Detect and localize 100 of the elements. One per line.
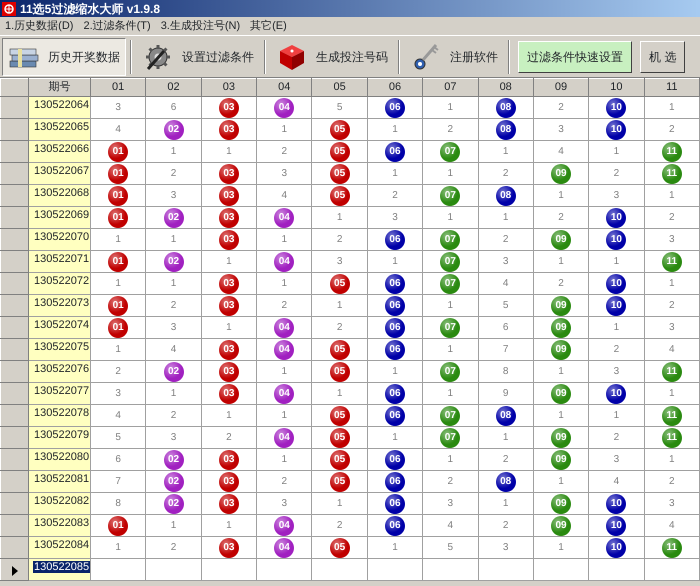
toolbar-button[interactable]: 机 选 bbox=[640, 40, 686, 72]
column-header[interactable]: 11 bbox=[644, 78, 700, 96]
period-number: 130522083 bbox=[33, 516, 90, 528]
miss-count: 1 bbox=[558, 542, 564, 552]
miss-count: 1 bbox=[336, 300, 342, 310]
miss-count: 1 bbox=[336, 388, 342, 398]
miss-count: 1 bbox=[448, 102, 454, 112]
miss-count: 1 bbox=[281, 410, 288, 420]
miss-count: 2 bbox=[170, 300, 176, 310]
miss-count: 1 bbox=[170, 146, 176, 156]
miss-count: 1 bbox=[281, 234, 288, 244]
number-ball: 11 bbox=[662, 142, 682, 162]
column-header[interactable]: 02 bbox=[146, 78, 202, 96]
number-ball: 03 bbox=[218, 164, 239, 184]
column-header[interactable]: 04 bbox=[256, 78, 312, 96]
miss-count: 1 bbox=[614, 146, 620, 156]
miss-count: 3 bbox=[170, 322, 176, 332]
number-ball: 05 bbox=[330, 472, 350, 492]
miss-count: 2 bbox=[170, 542, 176, 552]
menu-item[interactable]: 3.生成投注号(N) bbox=[156, 18, 246, 34]
period-number: 130522077 bbox=[33, 384, 90, 396]
number-ball: 05 bbox=[330, 428, 350, 448]
miss-count: 4 bbox=[669, 520, 675, 530]
miss-count: 1 bbox=[558, 256, 564, 266]
number-ball: 01 bbox=[108, 516, 128, 536]
number-ball: 03 bbox=[218, 538, 239, 558]
miss-count: 1 bbox=[226, 256, 232, 266]
miss-count: 1 bbox=[392, 124, 398, 134]
column-header[interactable]: 10 bbox=[588, 78, 644, 96]
number-ball: 10 bbox=[606, 494, 626, 514]
number-ball: 07 bbox=[440, 362, 460, 382]
period-number: 130522075 bbox=[33, 340, 90, 352]
miss-count: 1 bbox=[392, 432, 398, 442]
number-ball: 07 bbox=[440, 186, 460, 206]
miss-count: 3 bbox=[558, 124, 564, 134]
number-ball: 07 bbox=[440, 230, 460, 250]
menu-item[interactable]: 2.过滤条件(T) bbox=[78, 18, 156, 34]
number-ball: 09 bbox=[551, 340, 572, 360]
number-ball: 06 bbox=[384, 230, 405, 250]
miss-count: 5 bbox=[115, 432, 121, 442]
number-ball: 08 bbox=[496, 120, 516, 140]
number-ball: 07 bbox=[440, 274, 460, 294]
number-ball: 08 bbox=[496, 406, 516, 426]
column-header[interactable]: 09 bbox=[533, 78, 589, 96]
miss-count: 3 bbox=[115, 102, 121, 112]
miss-count: 1 bbox=[392, 168, 398, 178]
miss-count: 1 bbox=[336, 212, 342, 222]
row-selector[interactable] bbox=[0, 558, 28, 580]
miss-count: 2 bbox=[614, 432, 620, 442]
number-ball: 05 bbox=[330, 450, 350, 470]
miss-count: 1 bbox=[558, 190, 564, 200]
miss-count: 3 bbox=[614, 190, 620, 200]
miss-count: 1 bbox=[115, 542, 121, 552]
miss-count: 3 bbox=[392, 212, 398, 222]
menu-item[interactable]: 其它(E) bbox=[245, 18, 292, 34]
miss-count: 3 bbox=[170, 190, 176, 200]
miss-count: 2 bbox=[502, 168, 508, 178]
number-ball: 07 bbox=[440, 318, 460, 338]
column-header[interactable]: 期号 bbox=[28, 78, 90, 96]
miss-count: 1 bbox=[448, 388, 454, 398]
period-number: 130522067 bbox=[33, 164, 90, 176]
number-ball: 03 bbox=[218, 230, 239, 250]
miss-count: 1 bbox=[614, 256, 620, 266]
number-ball: 03 bbox=[218, 296, 239, 316]
column-header[interactable]: 08 bbox=[478, 78, 534, 96]
column-header[interactable]: 01 bbox=[90, 78, 146, 96]
miss-count: 4 bbox=[115, 410, 121, 420]
miss-count: 1 bbox=[170, 278, 176, 288]
toolbar-button[interactable]: 历史开奖数据 bbox=[2, 38, 126, 76]
miss-count: 1 bbox=[115, 234, 121, 244]
miss-count: 4 bbox=[448, 520, 454, 530]
number-ball: 10 bbox=[606, 98, 626, 118]
miss-count: 1 bbox=[170, 520, 176, 530]
miss-count: 2 bbox=[336, 234, 342, 244]
toolbar-button[interactable]: 过滤条件快速设置 bbox=[518, 40, 632, 72]
miss-count: 1 bbox=[170, 234, 176, 244]
number-ball: 10 bbox=[606, 538, 626, 558]
miss-count: 6 bbox=[502, 322, 508, 332]
toolbar-button[interactable]: 生成投注号码 bbox=[270, 38, 394, 76]
miss-count: 2 bbox=[226, 432, 232, 442]
miss-count: 1 bbox=[392, 542, 398, 552]
toolbar-button[interactable]: 设置过滤条件 bbox=[136, 38, 260, 76]
column-header[interactable]: 06 bbox=[367, 78, 423, 96]
miss-count: 2 bbox=[502, 234, 508, 244]
miss-count: 2 bbox=[669, 124, 675, 134]
miss-count: 1 bbox=[392, 366, 398, 376]
menu-item[interactable]: 1.历史数据(D) bbox=[0, 18, 78, 34]
toolbar-button[interactable]: 注册软件 bbox=[404, 38, 504, 76]
number-ball: 05 bbox=[330, 362, 350, 382]
column-header[interactable]: 07 bbox=[422, 78, 478, 96]
miss-count: 2 bbox=[558, 278, 564, 288]
number-ball: 09 bbox=[551, 516, 572, 536]
period-number: 130522066 bbox=[33, 142, 90, 154]
miss-count: 3 bbox=[502, 542, 508, 552]
column-header[interactable]: 05 bbox=[312, 78, 368, 96]
column-header[interactable]: 03 bbox=[201, 78, 257, 96]
miss-count: 1 bbox=[226, 410, 232, 420]
number-ball: 03 bbox=[218, 120, 239, 140]
miss-count: 1 bbox=[281, 366, 288, 376]
miss-count: 2 bbox=[614, 168, 620, 178]
